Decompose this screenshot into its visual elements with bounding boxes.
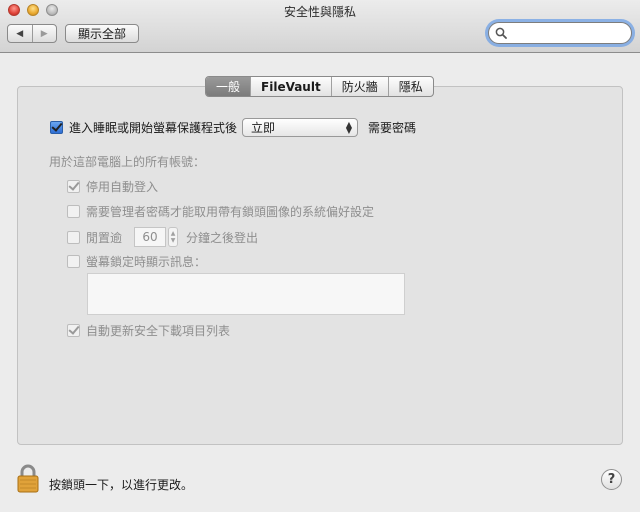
window-titlebar: 安全性與隱私 ◀ ▶ 顯示全部 xyxy=(0,0,640,53)
back-forward-control: ◀ ▶ xyxy=(7,24,57,43)
require-password-label: 進入睡眠或開始螢幕保護程式後 xyxy=(69,121,238,135)
stepper-down-icon: ▼ xyxy=(170,237,176,244)
show-message-checkbox[interactable] xyxy=(67,255,80,268)
disable-auto-login-row: 停用自動登入 xyxy=(67,178,158,195)
stepper-up-icon: ▲ xyxy=(170,230,176,237)
help-button[interactable]: ? xyxy=(601,469,622,490)
forward-arrow-icon: ▶ xyxy=(40,28,48,39)
lock-message-textarea[interactable] xyxy=(87,273,405,315)
search-icon xyxy=(495,27,507,39)
lock-icon[interactable] xyxy=(16,464,40,494)
logout-after-label: 閒置逾 xyxy=(86,230,123,245)
popup-value: 立即 xyxy=(251,121,276,135)
general-panel: 進入睡眠或開始螢幕保護程式後 立即 ▲ ▼ 需要密碼 用於這部電腦上的所有帳號： … xyxy=(17,86,623,445)
back-arrow-icon: ◀ xyxy=(16,28,24,39)
search-input[interactable] xyxy=(511,26,621,40)
show-message-row: 螢幕鎖定時顯示訊息： xyxy=(67,253,206,270)
require-admin-password-row: 需要管理者密碼才能取用帶有鎖頭圖像的系統偏好設定 xyxy=(67,203,374,220)
require-password-checkbox[interactable] xyxy=(50,121,63,134)
require-password-delay-popup[interactable]: 立即 ▲ ▼ xyxy=(242,118,359,137)
show-all-button[interactable]: 顯示全部 xyxy=(65,24,139,43)
tab-filevault[interactable]: FileVault xyxy=(250,77,331,96)
disable-auto-login-checkbox[interactable] xyxy=(67,180,80,193)
auto-update-list-label: 自動更新安全下載項目列表 xyxy=(86,324,231,338)
disable-auto-login-label: 停用自動登入 xyxy=(86,180,159,194)
search-field[interactable] xyxy=(488,22,632,44)
tab-privacy[interactable]: 隱私 xyxy=(387,77,433,96)
window-title: 安全性與隱私 xyxy=(283,5,356,19)
tab-general[interactable]: 一般 xyxy=(206,77,251,96)
logout-after-suffix: 分鐘之後登出 xyxy=(186,230,259,245)
require-password-suffix: 需要密碼 xyxy=(368,121,417,135)
logout-after-checkbox[interactable] xyxy=(67,230,80,244)
show-message-label: 螢幕鎖定時顯示訊息： xyxy=(86,255,207,269)
auto-update-list-row: 自動更新安全下載項目列表 xyxy=(67,322,230,339)
popup-arrows-icon: ▲ ▼ xyxy=(345,119,353,135)
tab-firewall[interactable]: 防火牆 xyxy=(330,77,388,96)
require-admin-password-checkbox[interactable] xyxy=(67,205,80,218)
lock-hint-text: 按鎖頭一下，以進行更改。 xyxy=(49,478,194,492)
require-password-row: 進入睡眠或開始螢幕保護程式後 立即 ▲ ▼ 需要密碼 xyxy=(50,118,416,137)
preference-tabs: 一般 FileVault 防火牆 隱私 xyxy=(205,76,434,97)
auto-update-list-checkbox[interactable] xyxy=(67,324,80,337)
back-button[interactable]: ◀ xyxy=(8,25,32,42)
forward-button[interactable]: ▶ xyxy=(31,25,57,42)
logout-minutes-field[interactable]: 60 xyxy=(134,227,167,247)
logout-after-row: 閒置逾 60 ▲ ▼ 分鐘之後登出 xyxy=(67,227,258,247)
logout-minutes-stepper[interactable]: ▲ ▼ xyxy=(168,227,179,247)
all-accounts-heading: 用於這部電腦上的所有帳號： xyxy=(49,155,206,169)
help-icon: ? xyxy=(607,472,616,487)
require-admin-password-label: 需要管理者密碼才能取用帶有鎖頭圖像的系統偏好設定 xyxy=(86,205,375,219)
